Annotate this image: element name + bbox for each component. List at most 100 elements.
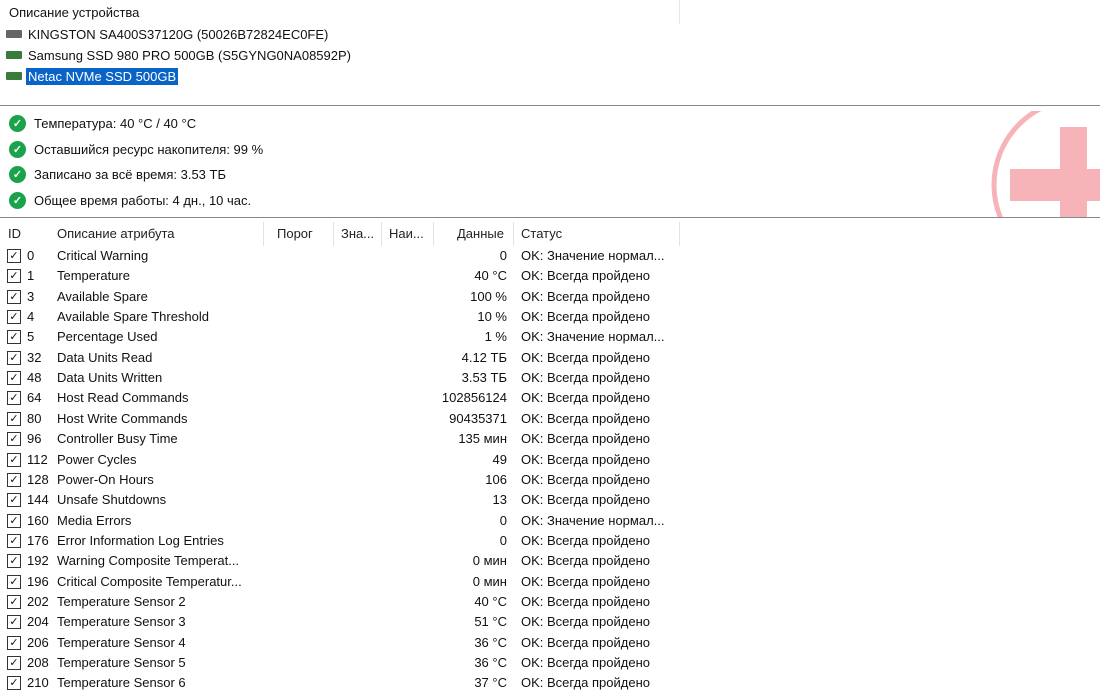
table-row[interactable]: ✓ 1 Temperature 40 °C OK: Всегда пройден… (0, 266, 700, 286)
attribute-checkbox[interactable]: ✓ (7, 289, 21, 304)
table-row[interactable]: ✓ 0 Critical Warning 0 OK: Значение норм… (0, 246, 700, 266)
attribute-id: 3 (27, 288, 35, 304)
attribute-checkbox[interactable]: ✓ (7, 615, 21, 630)
attribute-status: OK: Всегда пройдено (521, 349, 650, 365)
table-row[interactable]: ✓ 196 Critical Composite Temperatur... 0… (0, 572, 700, 592)
table-row[interactable]: ✓ 64 Host Read Commands 102856124 OK: Вс… (0, 388, 700, 408)
attribute-description: Temperature Sensor 6 (57, 675, 186, 691)
attribute-description: Critical Warning (57, 248, 149, 263)
attribute-checkbox[interactable]: ✓ (7, 493, 21, 508)
table-row[interactable]: ✓ 206 Temperature Sensor 4 36 °C OK: Все… (0, 633, 700, 653)
attribute-id: 96 (27, 431, 42, 447)
table-row[interactable]: ✓ 48 Data Units Written 3.53 ТБ OK: Всег… (0, 368, 700, 388)
device-item[interactable]: KINGSTON SA400S37120G (50026B72824EC0FE) (6, 25, 330, 43)
attribute-checkbox[interactable]: ✓ (7, 452, 21, 467)
attribute-id: 210 (27, 675, 49, 691)
attribute-checkbox[interactable]: ✓ (7, 269, 21, 284)
attribute-data: 0 (499, 248, 507, 263)
table-row[interactable]: ✓ 204 Temperature Sensor 3 51 °C OK: Все… (0, 612, 700, 632)
ok-check-icon: ✓ (9, 140, 26, 158)
table-row[interactable]: ✓ 80 Host Write Commands 90435371 OK: Вс… (0, 409, 700, 429)
attribute-checkbox[interactable]: ✓ (7, 371, 21, 386)
col-data[interactable]: Данные (457, 226, 504, 241)
attribute-checkbox[interactable]: ✓ (7, 513, 21, 528)
col-description[interactable]: Описание атрибута (57, 226, 175, 241)
attribute-data: 1 % (484, 329, 507, 345)
attribute-checkbox[interactable]: ✓ (7, 554, 21, 569)
health-cross-icon (991, 111, 1100, 217)
attribute-data: 40 °C (474, 268, 507, 284)
attribute-status: OK: Всегда пройдено (521, 573, 650, 589)
attribute-id: 144 (27, 492, 49, 508)
table-row[interactable]: ✓ 112 Power Cycles 49 OK: Всегда пройден… (0, 450, 700, 470)
attribute-status: OK: Всегда пройдено (521, 288, 650, 304)
attribute-description: Temperature Sensor 3 (57, 614, 186, 630)
attribute-checkbox[interactable]: ✓ (7, 635, 21, 650)
attribute-checkbox[interactable]: ✓ (7, 574, 21, 589)
table-row[interactable]: ✓ 96 Controller Busy Time 135 мин OK: Вс… (0, 429, 700, 449)
attribute-checkbox[interactable]: ✓ (7, 391, 21, 406)
attribute-status: OK: Значение нормал... (521, 248, 665, 263)
attribute-description: Available Spare Threshold (57, 309, 210, 325)
attribute-description: Temperature (57, 268, 130, 284)
table-row[interactable]: ✓ 5 Percentage Used 1 % OK: Значение нор… (0, 327, 700, 347)
col-threshold[interactable]: Порог (277, 226, 313, 241)
attribute-data: 90435371 (449, 410, 507, 426)
attribute-checkbox[interactable]: ✓ (7, 330, 21, 345)
attribute-checkbox[interactable]: ✓ (7, 411, 21, 426)
attribute-description: Data Units Read (57, 349, 153, 365)
table-row[interactable]: ✓ 128 Power-On Hours 106 OK: Всегда прой… (0, 470, 700, 490)
attribute-id: 64 (27, 390, 42, 406)
attribute-status: OK: Всегда пройдено (521, 370, 650, 386)
col-status[interactable]: Статус (521, 226, 562, 241)
col-id[interactable]: ID (8, 226, 21, 241)
attribute-id: 112 (27, 451, 48, 467)
attribute-data: 0 мин (472, 553, 507, 569)
attribute-status: OK: Всегда пройдено (521, 410, 650, 426)
table-row[interactable]: ✓ 176 Error Information Log Entries 0 OK… (0, 531, 700, 551)
attribute-checkbox[interactable]: ✓ (7, 310, 21, 325)
table-row[interactable]: ✓ 3 Available Spare 100 % OK: Всегда про… (0, 287, 700, 307)
status-text: Записано за всё время: 3.53 ТБ (34, 167, 226, 182)
attribute-checkbox[interactable]: ✓ (7, 594, 21, 609)
attribute-description: Percentage Used (57, 329, 158, 345)
table-row[interactable]: ✓ 210 Temperature Sensor 6 37 °C OK: Все… (0, 673, 700, 693)
attribute-checkbox[interactable]: ✓ (7, 676, 21, 691)
attribute-checkbox[interactable]: ✓ (7, 249, 21, 263)
table-row[interactable]: ✓ 192 Warning Composite Temperat... 0 ми… (0, 551, 700, 571)
col-worst[interactable]: Наи... (389, 226, 424, 241)
attribute-status: OK: Всегда пройдено (521, 268, 650, 284)
attribute-data: 135 мин (458, 431, 507, 447)
attribute-status: OK: Всегда пройдено (521, 451, 650, 467)
attribute-id: 48 (27, 370, 42, 386)
attribute-data: 0 мин (472, 573, 507, 589)
attribute-data: 37 °C (474, 675, 507, 691)
device-label: Samsung SSD 980 PRO 500GB (S5GYNG0NA0859… (28, 47, 351, 63)
attribute-id: 160 (27, 512, 49, 528)
attribute-status: OK: Значение нормал... (521, 329, 665, 345)
attribute-description: Critical Composite Temperatur... (57, 573, 242, 589)
attribute-checkbox[interactable]: ✓ (7, 432, 21, 447)
attribute-checkbox[interactable]: ✓ (7, 350, 21, 365)
attribute-status: OK: Всегда пройдено (521, 431, 650, 447)
attribute-id: 32 (27, 349, 42, 365)
attribute-description: Warning Composite Temperat... (57, 553, 240, 569)
table-row[interactable]: ✓ 32 Data Units Read 4.12 ТБ OK: Всегда … (0, 348, 700, 368)
attribute-checkbox[interactable]: ✓ (7, 656, 21, 670)
attribute-data: 100 % (470, 288, 507, 304)
table-row[interactable]: ✓ 4 Available Spare Threshold 10 % OK: В… (0, 307, 700, 327)
col-value[interactable]: Зна... (341, 226, 374, 241)
attribute-id: 128 (27, 471, 49, 487)
device-item[interactable]: Samsung SSD 980 PRO 500GB (S5GYNG0NA0859… (6, 46, 353, 64)
device-item[interactable]: Netac NVMe SSD 500GB (6, 67, 179, 85)
table-row[interactable]: ✓ 208 Temperature Sensor 5 36 °C OK: Все… (0, 653, 700, 673)
attribute-status: OK: Всегда пройдено (521, 655, 650, 670)
attribute-checkbox[interactable]: ✓ (7, 472, 21, 487)
table-row[interactable]: ✓ 202 Temperature Sensor 2 40 °C OK: Все… (0, 592, 700, 612)
attribute-id: 1 (27, 268, 35, 284)
attribute-checkbox[interactable]: ✓ (7, 533, 21, 548)
attribute-data: 106 (485, 471, 507, 487)
attribute-status: OK: Всегда пройдено (521, 492, 650, 508)
table-row[interactable]: ✓ 160 Media Errors 0 OK: Значение нормал… (0, 511, 700, 531)
table-row[interactable]: ✓ 144 Unsafe Shutdowns 13 OK: Всегда про… (0, 490, 700, 510)
